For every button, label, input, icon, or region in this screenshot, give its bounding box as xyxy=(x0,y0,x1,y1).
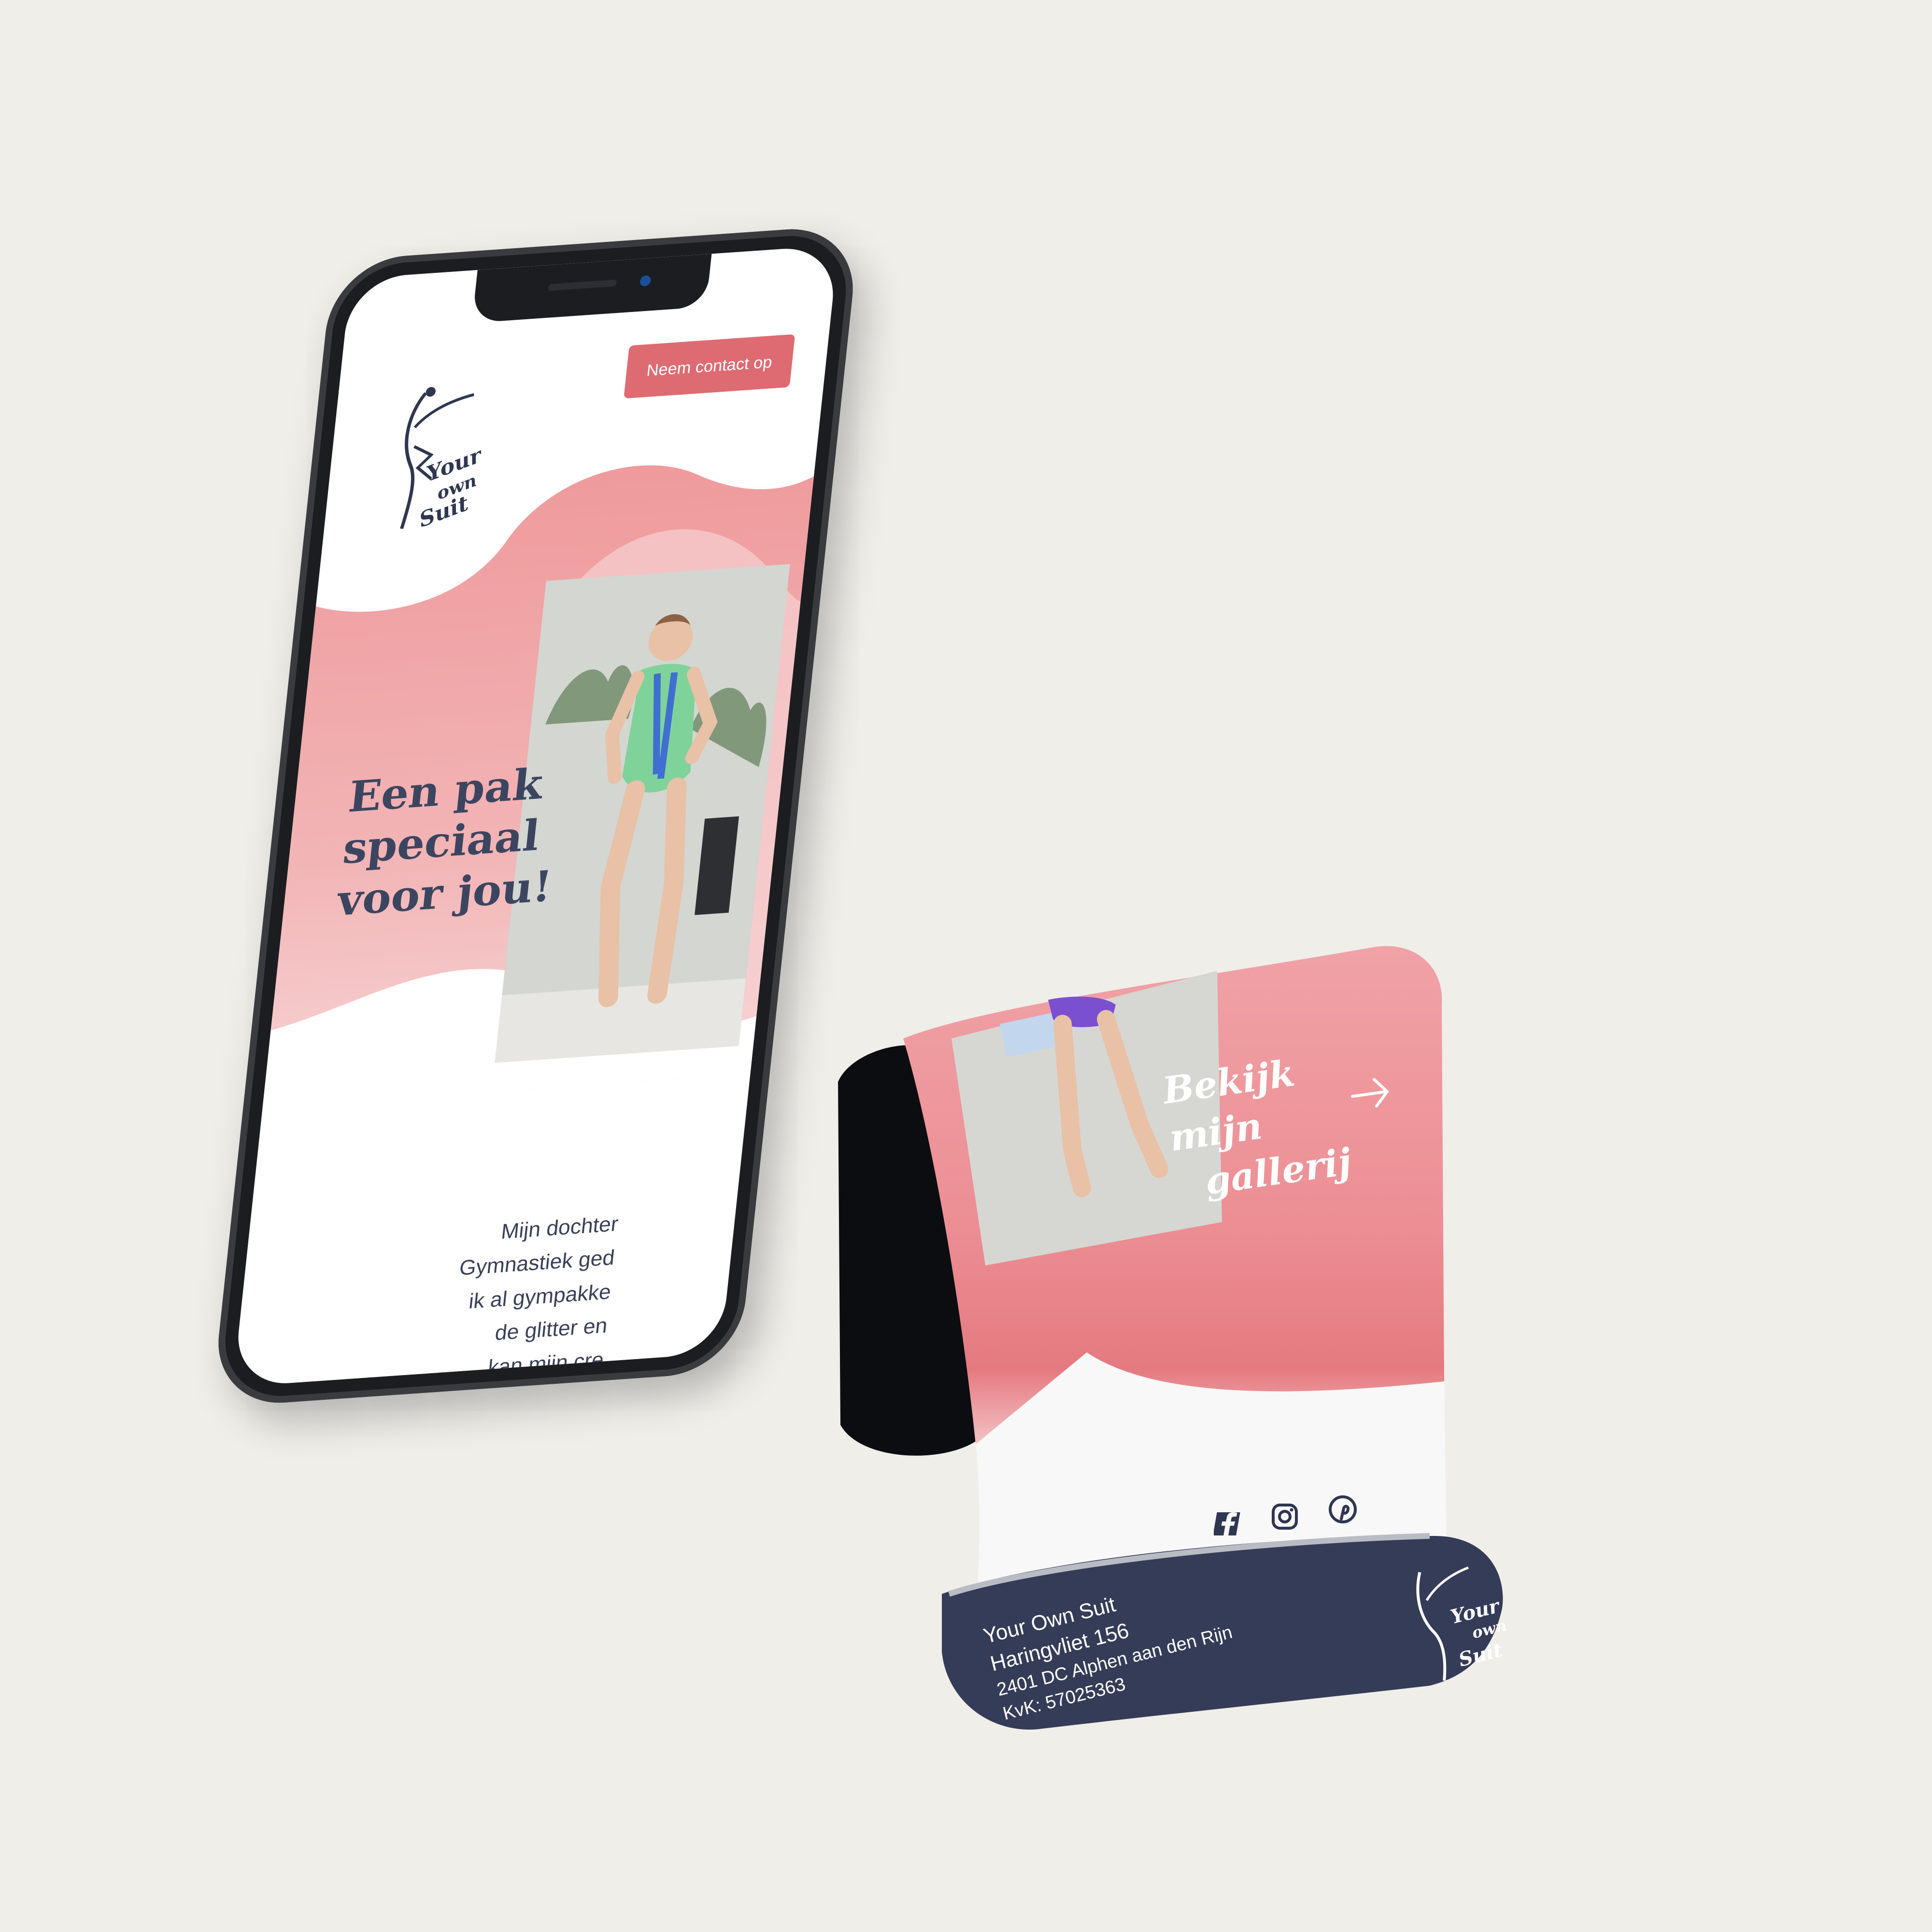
speaker-grill xyxy=(548,279,617,291)
mockup-scene: Neem contact op Your own Suit Een pak sp… xyxy=(0,0,1932,1932)
camera-icon xyxy=(639,275,652,287)
contact-button[interactable]: Neem contact op xyxy=(624,334,796,399)
gallery-link[interactable]: Bekijk mijn gallerij xyxy=(1160,1039,1380,1209)
phone-frame: Neem contact op Your own Suit Een pak sp… xyxy=(211,224,860,1408)
instagram-icon[interactable] xyxy=(1268,1500,1302,1534)
phone-screen: Neem contact op Your own Suit Een pak sp… xyxy=(233,245,839,1387)
brand-logo[interactable]: Your own Suit xyxy=(376,379,490,545)
pinterest-icon[interactable] xyxy=(1326,1492,1360,1526)
facebook-icon[interactable] xyxy=(1212,1507,1246,1541)
intro-line: maken v xyxy=(345,1377,602,1387)
phone-notch xyxy=(472,254,712,323)
intro-text: Mijn dochter Gymnastiek ged ik al gympak… xyxy=(341,1207,620,1387)
phone-mockup: Neem contact op Your own Suit Een pak sp… xyxy=(210,224,870,1417)
hero-headline: Een pak speciaal voor jou! xyxy=(335,755,586,926)
